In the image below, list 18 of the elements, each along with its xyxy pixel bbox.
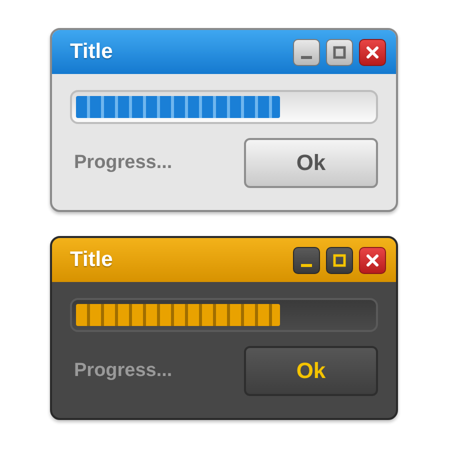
ok-button[interactable]: Ok — [244, 138, 378, 188]
ok-button[interactable]: Ok — [244, 346, 378, 396]
minimize-icon — [301, 56, 312, 58]
maximize-button[interactable] — [326, 38, 353, 66]
close-icon — [366, 46, 379, 58]
close-button[interactable] — [359, 246, 386, 274]
minimize-button[interactable] — [293, 246, 320, 274]
minimize-icon — [301, 264, 312, 266]
window-title: Title — [70, 248, 114, 272]
minimize-button[interactable] — [293, 38, 320, 66]
progress-label: Progress... — [73, 152, 172, 174]
close-button[interactable] — [359, 38, 386, 66]
progress-label: Progress... — [73, 360, 172, 382]
close-icon — [366, 254, 379, 266]
maximize-icon — [333, 46, 346, 58]
window-title: Title — [70, 40, 114, 64]
maximize-icon — [333, 254, 346, 266]
maximize-button[interactable] — [326, 246, 353, 274]
